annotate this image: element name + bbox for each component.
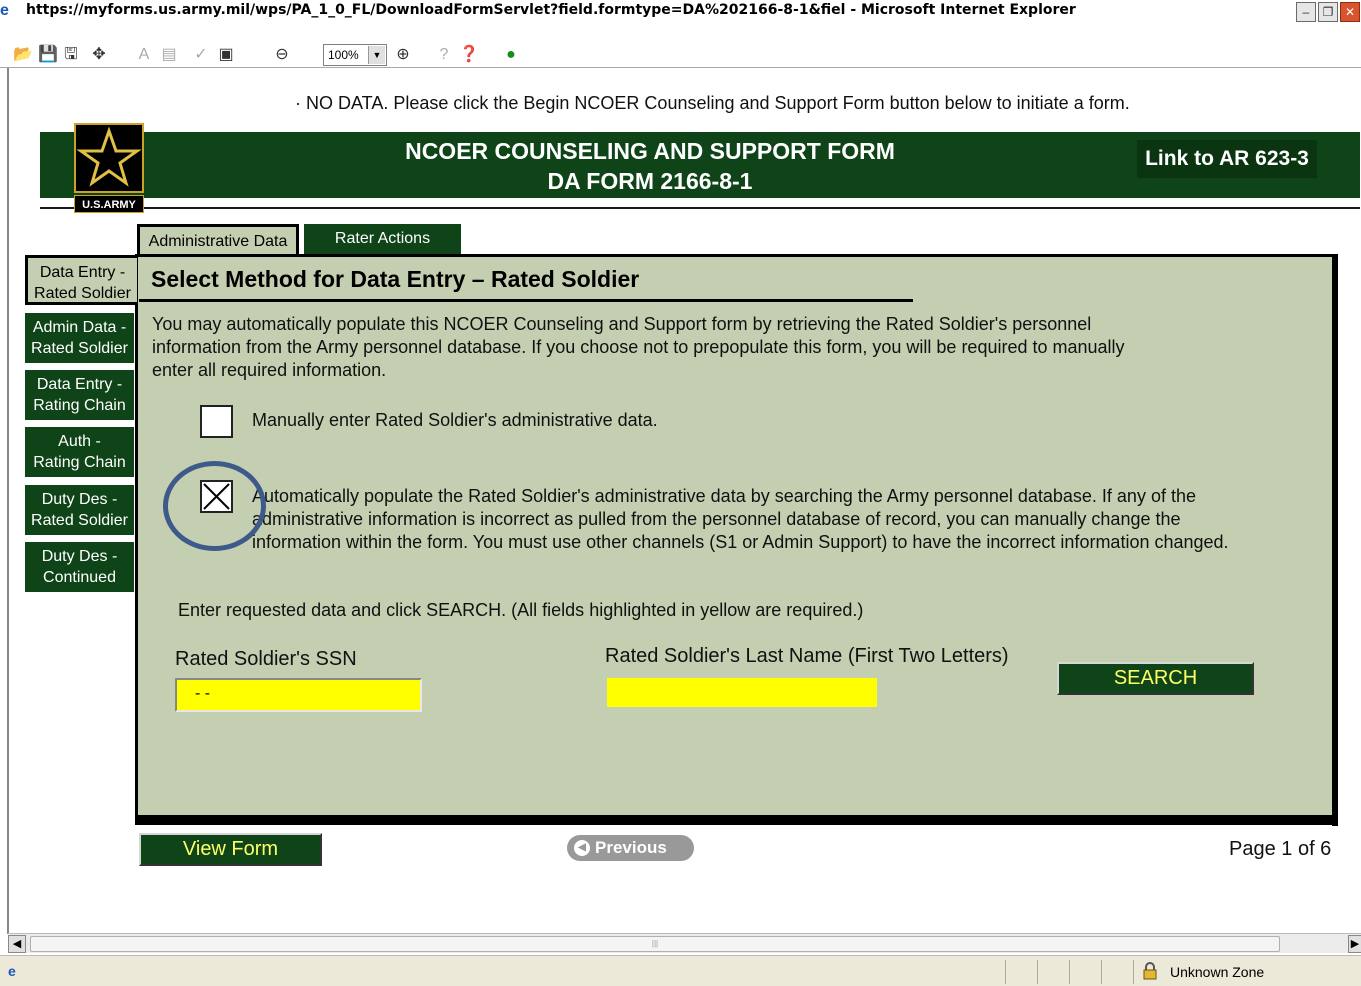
security-zone-text: Unknown Zone	[1170, 964, 1265, 980]
banner-divider	[40, 207, 1360, 209]
scrollbar-thumb[interactable]: |||	[30, 936, 1280, 952]
sidebar-item-label: Rating Chain	[33, 454, 126, 471]
status-divider	[1133, 960, 1134, 984]
ssn-label: Rated Soldier's SSN	[175, 648, 357, 670]
status-divider	[1037, 960, 1038, 984]
status-divider	[1005, 960, 1006, 984]
hand-tool-icon[interactable]: ✥	[88, 44, 110, 66]
sidebar-item-data-entry-rating-chain[interactable]: Data Entry - Rating Chain	[25, 370, 134, 420]
sidebar-item-label: Rated Soldier	[31, 340, 128, 357]
previous-label: Previous	[595, 838, 667, 857]
sidebar-item-label: Rated Soldier	[34, 285, 131, 302]
sidebar-item-label: Rating Chain	[33, 397, 126, 414]
us-army-logo: U.S.ARMY	[74, 123, 144, 213]
sidebar-item-label: Continued	[43, 569, 116, 586]
horizontal-scrollbar[interactable]: ◀ ||| ▶	[8, 933, 1361, 953]
internet-explorer-icon: e	[0, 2, 9, 19]
army-star-icon	[74, 123, 144, 193]
sidebar-item-admin-data-rated-soldier[interactable]: Admin Data - Rated Soldier	[25, 313, 134, 363]
sidebar-item-label: Auth -	[58, 433, 101, 450]
army-logo-text: U.S.ARMY	[74, 195, 144, 213]
form-title-line2: DA FORM 2166-8-1	[547, 168, 753, 194]
status-divider	[1069, 960, 1070, 984]
zoom-in-icon[interactable]: ⊕	[392, 44, 414, 66]
minimize-button[interactable]: –	[1296, 2, 1316, 22]
section-heading: Select Method for Data Entry – Rated Sol…	[151, 266, 640, 292]
spellcheck-icon[interactable]: ✓	[190, 44, 212, 66]
save-icon[interactable]: 💾	[37, 44, 59, 66]
sidebar-item-label: Admin Data -	[32, 319, 127, 336]
zoom-out-icon[interactable]: ⊖	[271, 44, 293, 66]
help-icon[interactable]: ❓	[458, 44, 480, 66]
last-name-label: Rated Soldier's Last Name (First Two Let…	[605, 645, 1009, 667]
search-instructions: Enter requested data and click SEARCH. (…	[178, 600, 864, 620]
column-select-icon[interactable]: ▤	[158, 44, 180, 66]
sidebar-item-label: Duty Des -	[41, 548, 118, 565]
panel-shadow	[135, 815, 1338, 825]
tab-rater-actions[interactable]: Rater Actions	[304, 224, 461, 256]
page-indicator: Page 1 of 6	[1229, 838, 1332, 860]
status-bar: e Unknown Zone	[0, 955, 1361, 986]
status-divider	[1101, 960, 1102, 984]
save-copy-icon[interactable]: 🖫	[60, 44, 82, 66]
sidebar-item-auth-rating-chain[interactable]: Auth - Rating Chain	[25, 427, 134, 477]
sidebar-item-label: Data Entry -	[36, 376, 123, 393]
form-title: NCOER COUNSELING AND SUPPORT FORM DA FOR…	[300, 136, 1000, 196]
scroll-right-icon[interactable]: ▶	[1348, 935, 1361, 953]
close-button[interactable]: ✕	[1340, 2, 1360, 22]
tab-administrative-data[interactable]: Administrative Data	[137, 224, 299, 256]
page-status-icon: e	[8, 963, 16, 979]
view-form-button[interactable]: View Form	[139, 833, 322, 866]
scroll-left-icon[interactable]: ◀	[8, 935, 26, 953]
sidebar-item-duty-des-continued[interactable]: Duty Des - Continued	[25, 542, 134, 592]
chevron-down-icon[interactable]: ▼	[368, 46, 385, 64]
sidebar-item-label: Duty Des -	[41, 491, 118, 508]
approve-icon[interactable]: ●	[500, 44, 522, 66]
last-name-input[interactable]	[607, 678, 877, 707]
frame-border	[7, 68, 9, 934]
maximize-button[interactable]: ❐	[1318, 2, 1338, 22]
ssn-input[interactable]: - -	[175, 678, 422, 712]
previous-button[interactable]: ◀ Previous	[567, 835, 694, 861]
manual-entry-checkbox[interactable]	[200, 405, 233, 438]
search-button[interactable]: SEARCH	[1057, 662, 1254, 695]
auto-populate-label: Automatically populate the Rated Soldier…	[252, 486, 1229, 552]
ar-623-3-link[interactable]: Link to AR 623-3	[1137, 140, 1317, 178]
sidebar-item-label: Rated Soldier	[31, 512, 128, 529]
form-title-line1: NCOER COUNSELING AND SUPPORT FORM	[405, 138, 895, 164]
heading-underline	[139, 299, 913, 302]
text-select-icon[interactable]: A	[133, 44, 155, 66]
arrow-left-icon: ◀	[574, 840, 590, 856]
sidebar-item-duty-des-rated-soldier[interactable]: Duty Des - Rated Soldier	[25, 485, 134, 535]
open-folder-icon[interactable]: 📂	[12, 44, 34, 66]
lock-icon	[1142, 962, 1158, 980]
sidebar-item-data-entry-rated-soldier[interactable]: Data Entry - Rated Soldier	[25, 255, 137, 305]
intro-text: You may automatically populate this NCOE…	[152, 314, 1125, 380]
manual-entry-label: Manually enter Rated Soldier's administr…	[252, 410, 658, 430]
whats-this-icon[interactable]: ?	[433, 44, 455, 66]
annotation-circle	[163, 461, 266, 551]
form-field-icon[interactable]: ▣	[215, 44, 237, 66]
panel-shadow	[1332, 254, 1338, 826]
no-data-notice: · NO DATA. Please click the Begin NCOER …	[295, 93, 1130, 113]
window-title: https://myforms.us.army.mil/wps/PA_1_0_F…	[26, 2, 1076, 18]
sidebar-item-label: Data Entry -	[39, 264, 126, 281]
